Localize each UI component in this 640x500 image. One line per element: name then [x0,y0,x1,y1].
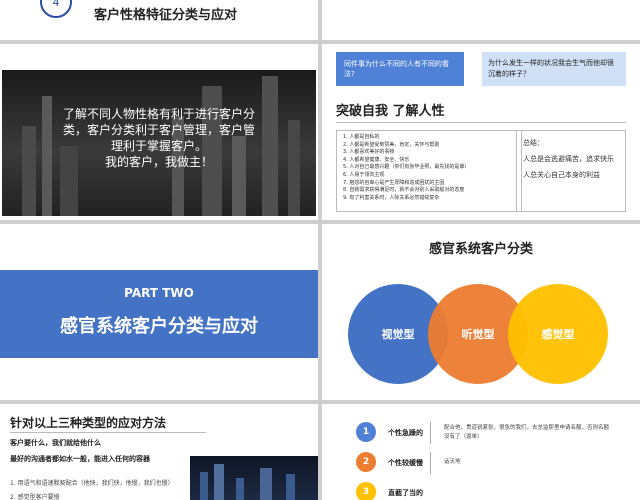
intro-text: 了解不同人物性格有利于进行客户分 类，客户分类利于客户管理，客户管 理利于掌握客… [30,106,288,170]
list-item: 9. 有了利害关系时，人际关系必然错综复杂 [343,194,440,201]
section-title: 感官系统客户分类与应对 [60,316,258,337]
step-number-3: 3 [356,482,376,500]
step-number-1: 1 [356,422,376,442]
kinesthetic-type-circle: 感觉型 [508,284,608,384]
step-number-2: 2 [356,452,376,472]
step-description: 配合他，贯道锐紧张，很急的我们，去总监那里申请名额，否则名额没有了（逼单） [444,425,610,440]
slide-thumbnail-2[interactable] [322,0,640,40]
step-label: 个性急躁的 [388,429,423,437]
slide-title: 感官系统客户分类 [428,242,533,257]
human-nature-list: 1. 人都是自私的 2. 人都是希望受到赞美，肯定，关怀与帮助 3. 人都喜欢美… [336,130,522,212]
divider [430,452,431,474]
slide-thumbnail-6[interactable]: 感官系统客户分类 视觉型 听觉型 感觉型 [322,224,640,400]
summary-text: 人总关心自己本身的利益 [523,171,600,179]
city-night-image [190,456,318,500]
intro-line: 理利于掌握客户。 [110,139,207,153]
question-box-1: 同件事为什么不同的人有不同的看法? [336,52,464,86]
list-item: 1. 人都是自私的 [343,134,380,140]
section-number-badge: 4 [40,0,72,18]
summary-label: 总结： [523,139,544,147]
list-item: 6. 人易于领向主观 [343,171,385,178]
body-text: 2. 感觉型客户要慢 [10,494,60,500]
divider [10,432,206,433]
part-label: PART TWO [124,286,194,300]
summary-box: 总结： 人总是会逃避痛苦，追求快乐 人总关心自己本身的利益 [516,130,626,212]
list-item: 3. 人都喜欢美好的事物 [343,149,395,156]
intro-line: 类，客户分类利于客户管理，客户管 [62,123,255,137]
list-item: 8. 自我需求获得满足时，就不会对别人采取敌对的态度 [343,187,465,194]
intro-line: 我的客户，我做主！ [104,155,213,169]
body-text: 最好的沟通者都如水一般，能进入任何的容器 [10,455,150,463]
body-text: 客户要什么，我们就给他什么 [10,439,101,447]
section-band: PART TWO 感官系统客户分类与应对 [0,270,318,358]
list-item: 5. 人对自己最感兴趣（你们有张毕业照，最先找的是谁） [343,164,470,171]
step-label: 个性较缓慢 [388,459,423,467]
slide-thumbnail-4[interactable]: 同件事为什么不同的人有不同的看法? 为什么发生一样的状况我会生气而他却很沉着的样… [322,44,640,220]
slide-thumbnail-3[interactable]: 了解不同人物性格有利于进行客户分 类，客户分类利于客户管理，客户管 理利于掌握客… [0,44,318,220]
slide-title: 针对以上三种类型的应对方法 [10,416,167,430]
body-text: 1. 用语气和语速默契配合（他快，我们快，他慢，我们也慢） [10,480,174,487]
step-label: 直截了当的 [388,489,423,497]
slide-thumbnail-1[interactable]: 4 客户性格特征分类与应对 [0,0,318,40]
summary-text: 人总是会逃避痛苦，追求快乐 [523,155,614,163]
slide-thumbnail-8[interactable]: 1 个性急躁的 配合他，贯道锐紧张，很急的我们，去总监那里申请名额，否则名额没有… [322,404,640,500]
slide-title: 突破自我 了解人性 [336,104,445,119]
intro-line: 了解不同人物性格有利于进行客户分 [62,107,255,121]
divider [336,122,626,123]
slide-title: 客户性格特征分类与应对 [94,8,238,23]
divider [430,422,431,444]
slide-thumbnail-5[interactable]: PART TWO 感官系统客户分类与应对 [0,224,318,400]
slide-thumbnail-7[interactable]: 针对以上三种类型的应对方法 客户要什么，我们就给他什么 最好的沟通者都如水一般，… [0,404,318,500]
question-box-2: 为什么发生一样的状况我会生气而他却很沉着的样子？ [482,52,626,86]
step-description: 话天地 [444,459,461,465]
